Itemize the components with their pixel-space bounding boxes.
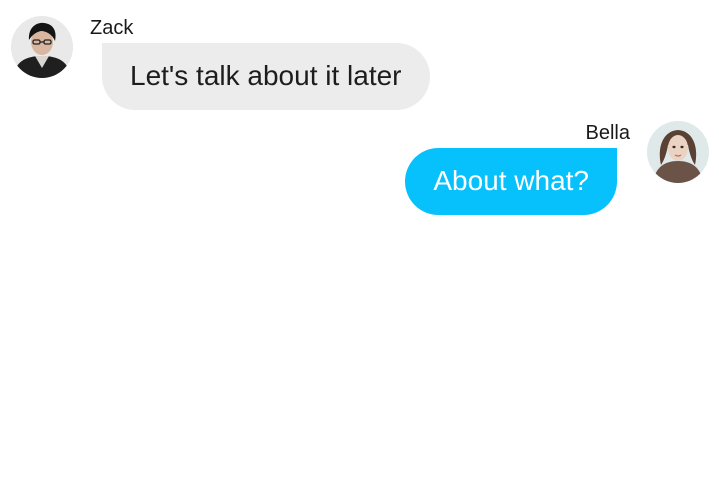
avatar-zack[interactable] [11,16,73,78]
sender-name-bella: Bella [585,122,630,144]
message-bubble-bella[interactable]: About what? [405,148,617,215]
female-user-avatar-icon [647,121,709,183]
message-bubble-zack[interactable]: Let's talk about it later [102,43,430,110]
avatar-bella[interactable] [647,121,709,183]
male-user-avatar-icon [11,16,73,78]
sender-name-zack: Zack [90,17,134,39]
